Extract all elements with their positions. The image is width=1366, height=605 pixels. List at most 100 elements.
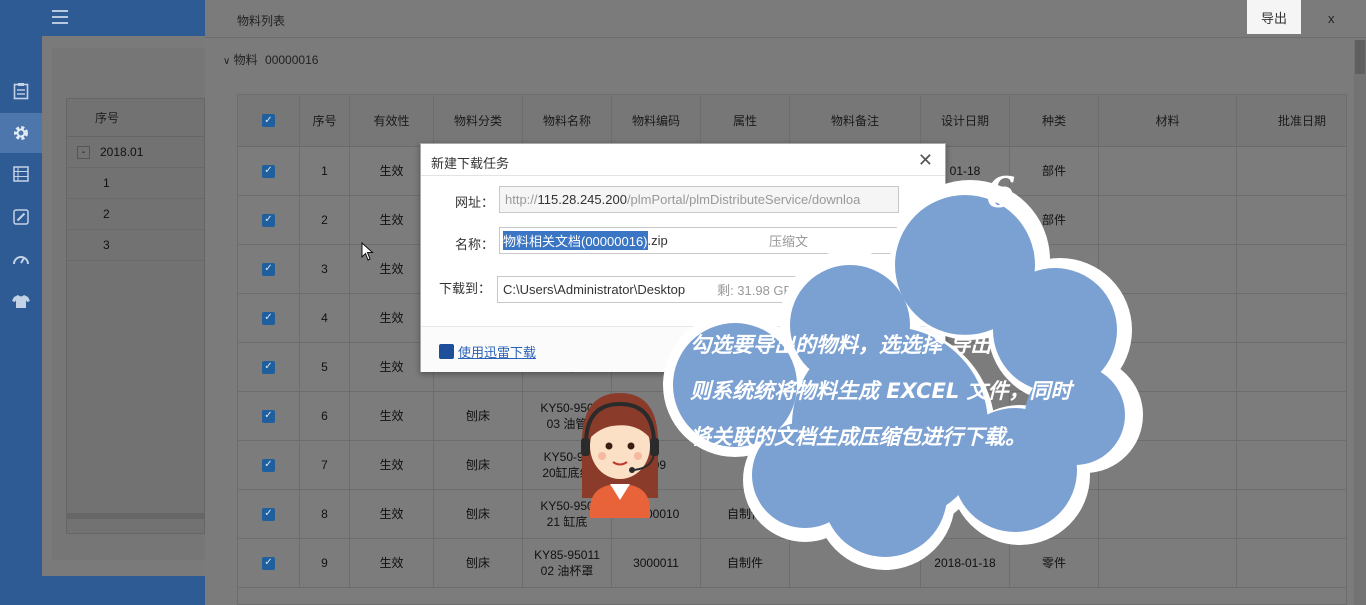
row-checkbox-cell[interactable]: ✓	[238, 147, 300, 195]
close-icon[interactable]: ✕	[918, 150, 933, 171]
tree-item[interactable]: 1	[67, 168, 204, 199]
row-checkbox[interactable]: ✓	[262, 507, 275, 521]
step-number: 6	[986, 168, 1016, 217]
column-header[interactable]: 材料	[1099, 95, 1237, 146]
row-checkbox[interactable]: ✓	[262, 458, 275, 472]
table-cell	[1237, 343, 1366, 391]
table-cell: 生效	[350, 441, 434, 489]
thunder-icon	[439, 344, 454, 359]
tree-header: 序号	[67, 99, 204, 137]
callout-line: 则系统统将物料生成 EXCEL 文件，同时	[690, 379, 1072, 403]
table-cell	[1237, 392, 1366, 440]
table-cell: KY85-95011 02 油杯罩	[523, 539, 612, 587]
row-checkbox-cell[interactable]: ✓	[238, 441, 300, 489]
url-label: 网址：	[455, 195, 495, 210]
row-checkbox[interactable]: ✓	[262, 262, 275, 276]
row-checkbox-cell[interactable]: ✓	[238, 343, 300, 391]
row-checkbox[interactable]: ✓	[262, 164, 275, 178]
tree-table: 序号 - 2018.01 1 2 3	[66, 98, 206, 534]
table-cell	[1237, 147, 1366, 195]
row-checkbox[interactable]: ✓	[262, 556, 275, 570]
table-cell: 刨床	[434, 441, 523, 489]
column-header[interactable]: 属性	[701, 95, 790, 146]
table-cell: 4	[300, 294, 350, 342]
url-host: 115.28.245.200	[537, 192, 627, 207]
select-all-checkbox[interactable]: ✓	[262, 114, 275, 127]
chevron-down-icon: ∨	[223, 56, 231, 67]
collapse-toggle[interactable]: -	[77, 145, 90, 159]
table-cell: 5	[300, 343, 350, 391]
select-all-checkbox-cell[interactable]: ✓	[238, 95, 300, 146]
table-cell: 8	[300, 490, 350, 538]
hamburger-icon[interactable]	[52, 10, 68, 24]
tree-header-label: 序号	[95, 111, 120, 125]
column-header[interactable]: 物料编码	[612, 95, 701, 146]
column-header[interactable]: 批准日期	[1237, 95, 1366, 146]
saveto-label: 下载到：	[439, 281, 492, 296]
column-header[interactable]: 序号	[300, 95, 350, 146]
row-checkbox-cell[interactable]: ✓	[238, 294, 300, 342]
row-checkbox-cell[interactable]: ✓	[238, 245, 300, 293]
table-cell	[1237, 441, 1366, 489]
column-header[interactable]: 种类	[1010, 95, 1099, 146]
column-header[interactable]: 有效性	[350, 95, 434, 146]
table-cell: 3	[300, 245, 350, 293]
table-cell: 刨床	[434, 392, 523, 440]
tree-item-label: 3	[103, 238, 110, 252]
name-label: 名称：	[455, 237, 495, 252]
gauge-icon[interactable]	[0, 239, 42, 279]
tree-item-label: 1	[103, 176, 110, 190]
table-cell: 生效	[350, 539, 434, 587]
list-icon[interactable]	[0, 154, 42, 194]
tree-item[interactable]: 3	[67, 230, 204, 261]
material-section-header[interactable]: ∨ 物料 00000016	[223, 51, 318, 68]
tree-scrollbar[interactable]	[67, 513, 206, 519]
row-checkbox-cell[interactable]: ✓	[238, 539, 300, 587]
section-code: 00000016	[265, 53, 319, 67]
tree-group-label: 2018.01	[100, 145, 144, 159]
table-cell	[1237, 245, 1366, 293]
row-checkbox-cell[interactable]: ✓	[238, 392, 300, 440]
table-cell: 刨床	[434, 490, 523, 538]
gear-icon[interactable]	[0, 113, 42, 153]
scrollbar-thumb[interactable]	[1355, 40, 1365, 74]
url-prefix: http://	[505, 192, 538, 207]
dialog-title: 物料列表	[237, 14, 286, 28]
edit-icon[interactable]	[0, 197, 42, 237]
row-checkbox-cell[interactable]: ✓	[238, 490, 300, 538]
table-cell: 6	[300, 392, 350, 440]
tree-item[interactable]: 2	[67, 199, 204, 230]
tree-group-row[interactable]: - 2018.01	[67, 137, 204, 168]
download-dialog-title: 新建下载任务	[431, 156, 510, 171]
thunder-download-link[interactable]: 使用迅雷下载	[439, 342, 536, 361]
close-button[interactable]: x	[1328, 11, 1335, 26]
column-header[interactable]: 物料名称	[523, 95, 612, 146]
callout-line: 将关联的文档生成压缩包进行下载。	[690, 425, 1026, 449]
clipboard-icon[interactable]	[0, 71, 42, 111]
filename-selected-text: 物料相关文档(00000016)	[503, 231, 648, 250]
mouse-cursor-icon	[361, 242, 374, 261]
table-cell	[1237, 294, 1366, 342]
tree-item-label: 2	[103, 207, 110, 221]
row-checkbox-cell[interactable]: ✓	[238, 196, 300, 244]
column-header[interactable]: 物料备注	[790, 95, 921, 146]
table-cell: 9	[300, 539, 350, 587]
section-label: 物料	[233, 53, 258, 67]
shirt-icon[interactable]	[0, 281, 42, 321]
export-button[interactable]: 导出	[1247, 0, 1301, 34]
row-checkbox[interactable]: ✓	[262, 409, 275, 423]
row-checkbox[interactable]: ✓	[262, 360, 275, 374]
column-header[interactable]: 物料分类	[434, 95, 523, 146]
table-cell	[1237, 490, 1366, 538]
app-bottombar	[42, 576, 205, 605]
table-cell	[1237, 539, 1366, 587]
column-header[interactable]: 设计日期	[921, 95, 1010, 146]
table-cell: 2	[300, 196, 350, 244]
row-checkbox[interactable]: ✓	[262, 213, 275, 227]
table-cell: 生效	[350, 392, 434, 440]
row-checkbox[interactable]: ✓	[262, 311, 275, 325]
table-cell: 1	[300, 147, 350, 195]
download-dialog-titlebar: 新建下载任务 ✕	[421, 144, 945, 176]
thunder-link-label: 使用迅雷下载	[458, 345, 537, 360]
table-cell: 7	[300, 441, 350, 489]
